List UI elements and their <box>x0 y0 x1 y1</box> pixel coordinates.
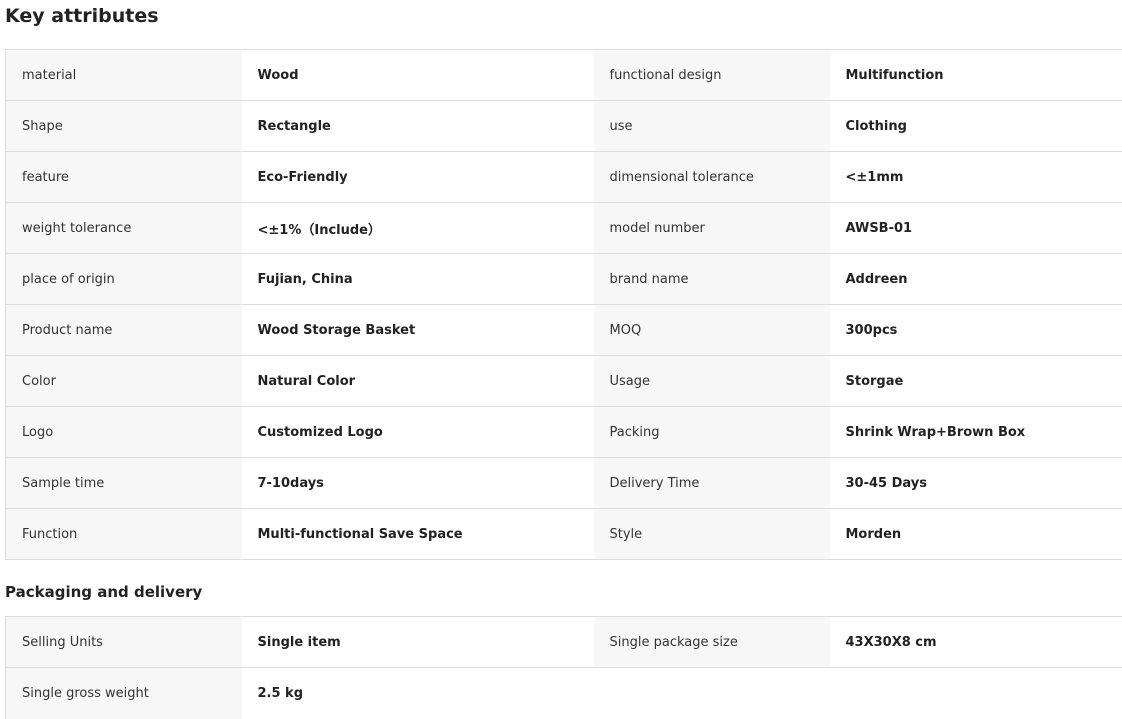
attribute-label: model number <box>594 203 830 254</box>
attribute-value: Rectangle <box>242 101 594 152</box>
attribute-value: 30-45 Days <box>830 458 1122 509</box>
attribute-row: Shape Rectangle use Clothing <box>6 101 1122 152</box>
attribute-label: weight tolerance <box>6 203 242 254</box>
attribute-label: feature <box>6 152 242 203</box>
attribute-label: Packing <box>594 407 830 458</box>
attribute-label: Selling Units <box>6 617 242 668</box>
empty-cell <box>594 668 830 719</box>
key-attributes-title: Key attributes <box>5 4 159 28</box>
attribute-value: Wood Storage Basket <box>242 305 594 356</box>
attribute-row: Selling Units Single item Single package… <box>6 617 1122 668</box>
attribute-label: Function <box>6 509 242 560</box>
attribute-value: 43X30X8 cm <box>830 617 1122 668</box>
attribute-label: Logo <box>6 407 242 458</box>
attribute-value: Shrink Wrap+Brown Box <box>830 407 1122 458</box>
key-attributes-table: material Wood functional design Multifun… <box>5 49 1122 560</box>
attribute-label: MOQ <box>594 305 830 356</box>
attribute-value: Multi-functional Save Space <box>242 509 594 560</box>
attribute-row: Sample time 7-10days Delivery Time 30-45… <box>6 458 1122 509</box>
attribute-row: Logo Customized Logo Packing Shrink Wrap… <box>6 407 1122 458</box>
attribute-label: Product name <box>6 305 242 356</box>
attribute-value: Addreen <box>830 254 1122 305</box>
attribute-label: Usage <box>594 356 830 407</box>
attribute-value: <±1mm <box>830 152 1122 203</box>
empty-cell <box>830 668 1122 719</box>
attribute-label: use <box>594 101 830 152</box>
attribute-label: Sample time <box>6 458 242 509</box>
attribute-value: 2.5 kg <box>242 668 594 719</box>
attribute-value: Multifunction <box>830 50 1122 101</box>
attribute-value: Customized Logo <box>242 407 594 458</box>
attribute-label: Style <box>594 509 830 560</box>
packaging-delivery-title: Packaging and delivery <box>5 582 202 602</box>
attribute-value: 7-10days <box>242 458 594 509</box>
attribute-label: Single gross weight <box>6 668 242 719</box>
attribute-row: Function Multi-functional Save Space Sty… <box>6 509 1122 560</box>
attribute-value: Single item <box>242 617 594 668</box>
attribute-label: Shape <box>6 101 242 152</box>
attribute-value: Storgae <box>830 356 1122 407</box>
attribute-label: place of origin <box>6 254 242 305</box>
attribute-value: Natural Color <box>242 356 594 407</box>
attribute-value: Clothing <box>830 101 1122 152</box>
attribute-value: Fujian, China <box>242 254 594 305</box>
attribute-row: Single gross weight 2.5 kg <box>6 668 1122 719</box>
attribute-row: Product name Wood Storage Basket MOQ 300… <box>6 305 1122 356</box>
attribute-label: Single package size <box>594 617 830 668</box>
attribute-label: dimensional tolerance <box>594 152 830 203</box>
attribute-value: <±1%（Include） <box>242 203 594 254</box>
attribute-row: feature Eco-Friendly dimensional toleran… <box>6 152 1122 203</box>
attribute-row: weight tolerance <±1%（Include） model num… <box>6 203 1122 254</box>
attribute-row: Color Natural Color Usage Storgae <box>6 356 1122 407</box>
attribute-value: Morden <box>830 509 1122 560</box>
attribute-label: Delivery Time <box>594 458 830 509</box>
attribute-value: 300pcs <box>830 305 1122 356</box>
attribute-value: Eco-Friendly <box>242 152 594 203</box>
attribute-value: Wood <box>242 50 594 101</box>
attribute-label: functional design <box>594 50 830 101</box>
attribute-value: AWSB-01 <box>830 203 1122 254</box>
attribute-label: brand name <box>594 254 830 305</box>
attribute-row: material Wood functional design Multifun… <box>6 50 1122 101</box>
attribute-row: place of origin Fujian, China brand name… <box>6 254 1122 305</box>
attribute-label: material <box>6 50 242 101</box>
packaging-delivery-table: Selling Units Single item Single package… <box>5 616 1122 719</box>
attribute-label: Color <box>6 356 242 407</box>
